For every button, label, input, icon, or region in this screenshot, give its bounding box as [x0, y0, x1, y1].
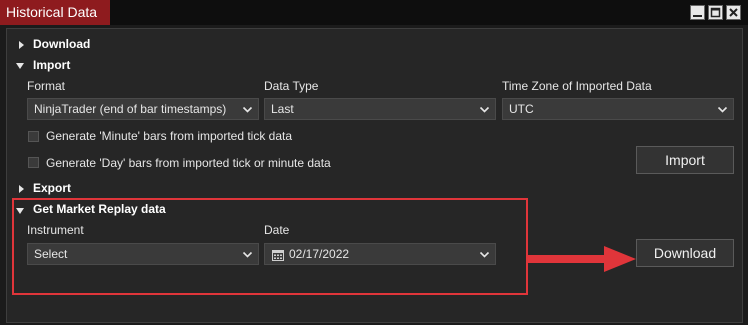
- chevron-down-icon: [242, 106, 253, 113]
- minute-bars-checkbox[interactable]: [28, 131, 39, 142]
- format-dropdown[interactable]: NinjaTrader (end of bar timestamps): [27, 98, 259, 120]
- export-section-toggle[interactable]: [17, 183, 27, 197]
- highlight-box: [12, 198, 528, 295]
- triangle-right-icon: [19, 185, 24, 193]
- download-button[interactable]: Download: [636, 239, 734, 267]
- triangle-down-icon: [16, 63, 24, 69]
- title-bar: [0, 0, 748, 25]
- import-button[interactable]: Import: [636, 146, 734, 174]
- data-type-dropdown[interactable]: Last: [264, 98, 496, 120]
- minimize-icon[interactable]: [690, 5, 705, 20]
- import-section-toggle[interactable]: [15, 60, 25, 74]
- time-zone-label: Time Zone of Imported Data: [502, 79, 652, 93]
- minute-bars-label: Generate 'Minute' bars from imported tic…: [46, 129, 293, 143]
- download-section-label[interactable]: Download: [33, 37, 90, 51]
- time-zone-value: UTC: [509, 102, 534, 116]
- arrow-right-icon: [526, 246, 636, 272]
- format-value: NinjaTrader (end of bar timestamps): [34, 102, 227, 116]
- import-section-label[interactable]: Import: [33, 58, 70, 72]
- day-bars-checkbox[interactable]: [28, 157, 39, 168]
- data-type-value: Last: [271, 102, 294, 116]
- triangle-right-icon: [19, 41, 24, 49]
- window-title: Historical Data: [0, 0, 110, 25]
- time-zone-dropdown[interactable]: UTC: [502, 98, 734, 120]
- format-label: Format: [27, 79, 66, 93]
- day-bars-label: Generate 'Day' bars from imported tick o…: [46, 156, 331, 170]
- chevron-down-icon: [479, 106, 490, 113]
- export-section-label[interactable]: Export: [33, 181, 71, 195]
- maximize-icon[interactable]: [708, 5, 723, 20]
- close-icon[interactable]: [726, 5, 741, 20]
- chevron-down-icon: [717, 106, 728, 113]
- data-type-label: Data Type: [264, 79, 319, 93]
- download-section-toggle[interactable]: [17, 39, 27, 53]
